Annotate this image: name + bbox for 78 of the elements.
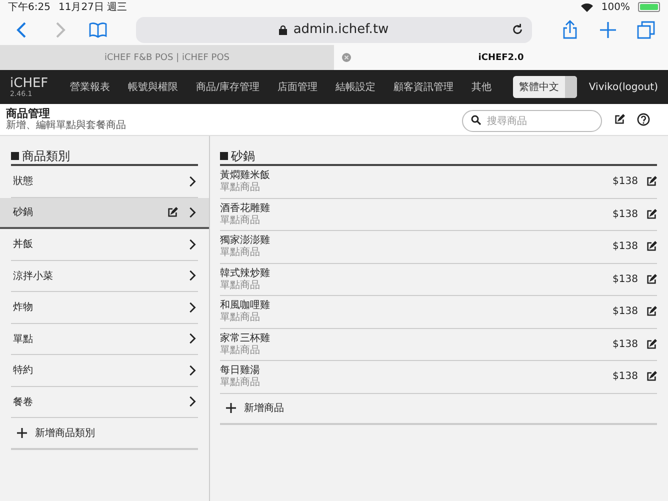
category-item[interactable]: 砂鍋 (0, 198, 209, 229)
product-type: 單點商品 (220, 344, 261, 356)
nav-menu-item[interactable]: 顧客資訊管理 (394, 80, 454, 94)
chevron-right-icon (188, 302, 196, 313)
reload-icon[interactable] (511, 22, 524, 36)
product-name: 每日雞湯 (220, 365, 261, 376)
battery-icon (638, 2, 660, 12)
edit-icon[interactable] (646, 338, 657, 350)
product-name: 獨家澎澎雞 (220, 235, 271, 246)
chevron-right-icon (188, 238, 196, 250)
edit-icon[interactable] (646, 371, 657, 382)
nav-menu-item[interactable]: 帳號與權限 (128, 80, 178, 94)
chevron-right-icon (188, 364, 196, 376)
page-subtitle: 新增、編輯單點與套餐商品 (6, 120, 127, 132)
page-title: 商品管理 (6, 107, 51, 120)
edit-icon[interactable] (646, 241, 657, 252)
help-icon[interactable] (637, 113, 650, 126)
category-item[interactable]: 炸物 (11, 292, 198, 324)
product-price: $138 (612, 371, 638, 382)
product-name: 和風咖哩雞 (220, 300, 271, 312)
product-type: 單點商品 (220, 214, 261, 226)
product-price: $138 (612, 241, 638, 252)
add-category-button[interactable]: 新增商品類別 (11, 418, 198, 450)
brand-logo[interactable]: iCHEF (10, 76, 48, 90)
nav-menu-item[interactable]: 商品/庫存管理 (196, 80, 260, 94)
nav-menu-item[interactable]: 店面管理 (278, 80, 318, 94)
product-type: 單點商品 (220, 312, 261, 324)
chevron-right-icon (188, 270, 196, 282)
category-item[interactable]: 特約 (11, 355, 198, 386)
nav-menu-item[interactable]: 結帳設定 (336, 80, 376, 94)
edit-icon[interactable] (646, 176, 657, 188)
chevron-right-icon (188, 206, 196, 218)
category-item[interactable]: 單點 (11, 324, 198, 355)
plus-icon (17, 428, 27, 438)
close-icon[interactable] (342, 53, 351, 62)
product-type: 單點商品 (220, 247, 261, 258)
language-dropdown[interactable]: 繁體中文 (512, 76, 577, 98)
category-item[interactable]: 餐卷 (11, 386, 198, 418)
edit-icon[interactable] (646, 274, 657, 285)
product-price: $138 (612, 208, 638, 220)
chevron-right-icon (188, 176, 196, 187)
browser-tab[interactable]: iCHEF2.0 (334, 45, 668, 70)
category-item[interactable]: 丼飯 (11, 229, 198, 260)
product-price: $138 (612, 176, 638, 188)
category-item[interactable]: 涼拌小菜 (11, 260, 198, 292)
product-price: $138 (612, 274, 638, 285)
add-product-button[interactable]: 新增商品 (220, 394, 657, 425)
product-type: 單點商品 (220, 280, 261, 291)
chevron-right-icon (188, 333, 196, 344)
search-field[interactable]: 搜尋商品 (462, 110, 602, 132)
section-heading: 商品類別 (11, 148, 198, 166)
tabs-icon[interactable] (636, 20, 656, 40)
section-heading: 砂鍋 (220, 148, 657, 166)
nav-menu-item[interactable]: 其他 (472, 80, 492, 94)
product-name: 韓式辣炒雞 (220, 268, 271, 280)
product-type: 單點商品 (220, 377, 261, 388)
product-price: $138 (612, 306, 638, 318)
edit-icon[interactable] (646, 208, 657, 220)
edit-icon[interactable] (614, 114, 625, 125)
chevron-right-icon (188, 396, 196, 408)
edit-icon[interactable] (167, 206, 178, 218)
wifi-icon (581, 2, 594, 12)
product-name: 家常三杯雞 (220, 332, 271, 344)
status-time: 下午6:25 (8, 1, 50, 14)
nav-menu-item[interactable]: 營業報表 (70, 80, 110, 94)
new-tab-icon[interactable] (598, 20, 618, 40)
address-bar[interactable]: admin.ichef.tw (136, 16, 532, 42)
status-date: 11月27日 週三 (58, 1, 128, 14)
product-price: $138 (612, 338, 638, 350)
edit-icon[interactable] (646, 306, 657, 318)
product-name: 酒香花雕雞 (220, 202, 271, 214)
user-logout-link[interactable]: Viviko(logout) (588, 82, 658, 92)
battery-percent: 100% (601, 2, 630, 12)
product-type: 單點商品 (220, 182, 261, 194)
book-icon[interactable] (88, 20, 108, 40)
lock-icon (279, 24, 288, 34)
plus-icon (226, 403, 236, 414)
product-name: 黃燜雞米飯 (220, 170, 271, 182)
